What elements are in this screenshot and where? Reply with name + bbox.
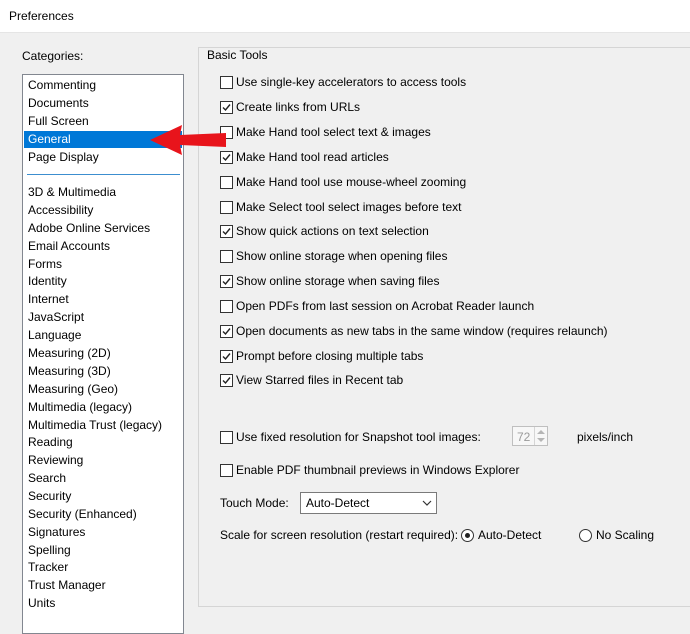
- category-item-units[interactable]: Units: [24, 595, 182, 612]
- option-label: Show quick actions on text selection: [236, 224, 429, 238]
- red-arrow-icon: [150, 125, 226, 155]
- checkbox[interactable]: [220, 101, 233, 114]
- option-label: Show online storage when opening files: [236, 249, 448, 263]
- option-label: Open PDFs from last session on Acrobat R…: [236, 299, 535, 313]
- radio-dot: [465, 533, 470, 538]
- title-bar: Preferences: [0, 0, 690, 33]
- option-label: Make Hand tool select text & images: [236, 125, 431, 139]
- option-label: Show online storage when saving files: [236, 274, 440, 288]
- radio-label: Auto-Detect: [478, 528, 542, 542]
- category-item-identity[interactable]: Identity: [24, 273, 182, 290]
- option-label: Create links from URLs: [236, 100, 361, 114]
- option-label: Make Hand tool use mouse-wheel zooming: [236, 175, 467, 189]
- stepper-buttons[interactable]: [534, 427, 547, 445]
- resolution-unit: pixels/inch: [577, 430, 634, 444]
- checkbox[interactable]: [220, 275, 233, 288]
- category-item-measuring-geo[interactable]: Measuring (Geo): [24, 381, 182, 398]
- checkbox[interactable]: [220, 325, 233, 338]
- option-label: Make Hand tool read articles: [236, 150, 389, 164]
- checkbox[interactable]: [220, 431, 233, 444]
- category-item-measuring-2d[interactable]: Measuring (2D): [24, 345, 182, 362]
- category-item-email-accounts[interactable]: Email Accounts: [24, 238, 182, 255]
- checkbox[interactable]: [220, 300, 233, 313]
- category-separator: [27, 174, 180, 175]
- resolution-stepper[interactable]: 72: [512, 426, 548, 446]
- resolution-value: 72: [517, 430, 531, 444]
- category-item-forms[interactable]: Forms: [24, 256, 182, 273]
- category-item-spelling[interactable]: Spelling: [24, 542, 182, 559]
- option-label: Prompt before closing multiple tabs: [236, 349, 424, 363]
- checkbox[interactable]: [220, 176, 233, 189]
- stepper-down-icon[interactable]: [537, 438, 545, 442]
- chevron-down-icon: [422, 500, 432, 506]
- categories-list[interactable]: Commenting Documents Full Screen General…: [22, 74, 184, 634]
- checkbox[interactable]: [220, 225, 233, 238]
- option-label: Enable PDF thumbnail previews in Windows…: [236, 463, 520, 477]
- scale-label: Scale for screen resolution (restart req…: [220, 528, 459, 542]
- radio-button[interactable]: [461, 529, 474, 542]
- checkbox[interactable]: [220, 201, 233, 214]
- stepper-up-icon[interactable]: [537, 430, 545, 434]
- option-label: Use single-key accelerators to access to…: [236, 75, 467, 89]
- category-item-3d-multimedia[interactable]: 3D & Multimedia: [24, 184, 182, 201]
- checkbox[interactable]: [220, 374, 233, 387]
- option-label: View Starred files in Recent tab: [236, 373, 404, 387]
- category-item-multimedia-legacy[interactable]: Multimedia (legacy): [24, 399, 182, 416]
- option-label: Use fixed resolution for Snapshot tool i…: [236, 430, 481, 444]
- category-item-reviewing[interactable]: Reviewing: [24, 452, 182, 469]
- category-item-tracker[interactable]: Tracker: [24, 559, 182, 576]
- category-item-adobe-online-services[interactable]: Adobe Online Services: [24, 220, 182, 237]
- category-item-javascript[interactable]: JavaScript: [24, 309, 182, 326]
- option-label: Open documents as new tabs in the same w…: [236, 324, 608, 338]
- category-item-commenting[interactable]: Commenting: [24, 77, 182, 94]
- radio-button[interactable]: [579, 529, 592, 542]
- radio-label: No Scaling: [596, 528, 655, 542]
- checkbox[interactable]: [220, 464, 233, 477]
- category-item-internet[interactable]: Internet: [24, 291, 182, 308]
- category-item-language[interactable]: Language: [24, 327, 182, 344]
- option-label: Make Select tool select images before te…: [236, 200, 462, 214]
- touch-mode-label: Touch Mode:: [220, 496, 289, 510]
- basic-tools-title: Basic Tools: [205, 48, 270, 62]
- category-item-reading[interactable]: Reading: [24, 434, 182, 451]
- window-title: Preferences: [9, 9, 74, 23]
- category-item-search[interactable]: Search: [24, 470, 182, 487]
- category-item-signatures[interactable]: Signatures: [24, 524, 182, 541]
- checkbox[interactable]: [220, 350, 233, 363]
- checkbox[interactable]: [220, 250, 233, 263]
- category-item-documents[interactable]: Documents: [24, 95, 182, 112]
- category-item-security[interactable]: Security: [24, 488, 182, 505]
- checkbox[interactable]: [220, 76, 233, 89]
- category-item-accessibility[interactable]: Accessibility: [24, 202, 182, 219]
- category-item-multimedia-trust-legacy[interactable]: Multimedia Trust (legacy): [24, 417, 182, 434]
- category-item-trust-manager[interactable]: Trust Manager: [24, 577, 182, 594]
- category-item-measuring-3d[interactable]: Measuring (3D): [24, 363, 182, 380]
- touch-mode-value: Auto-Detect: [306, 496, 370, 510]
- category-item-security-enhanced[interactable]: Security (Enhanced): [24, 506, 182, 523]
- categories-label: Categories:: [22, 49, 84, 63]
- touch-mode-select[interactable]: Auto-Detect: [300, 492, 437, 514]
